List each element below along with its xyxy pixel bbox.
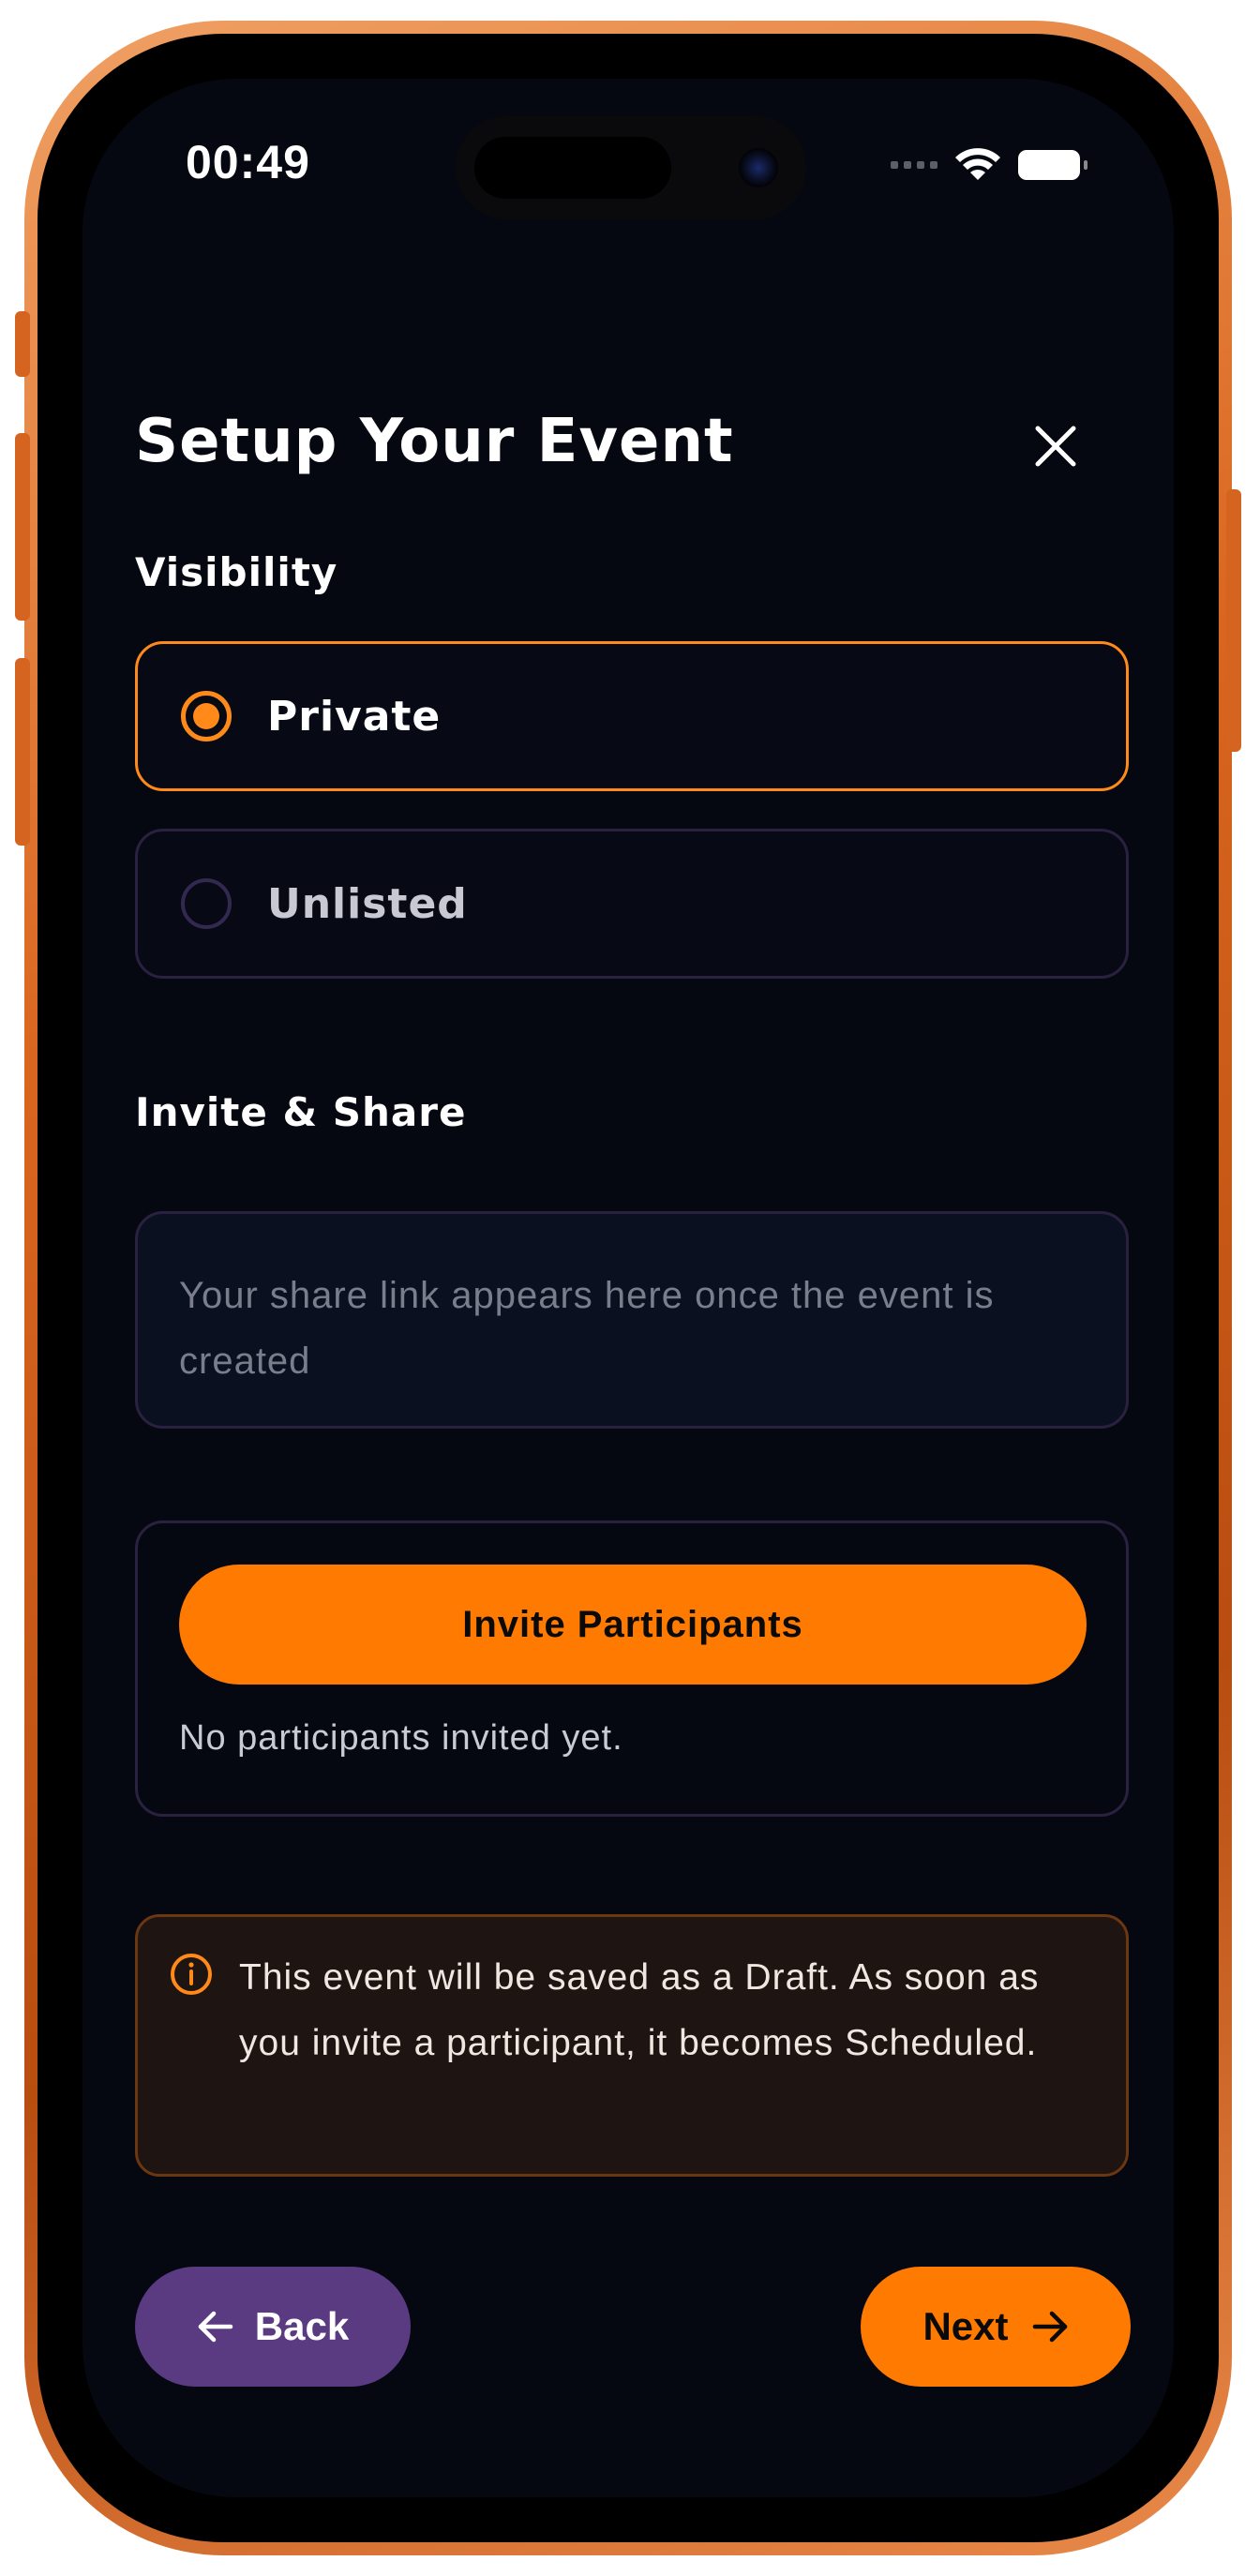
page-title: Setup Your Event <box>135 407 734 476</box>
phone-frame: 00:49 Setup Your Event Visibility Privat… <box>15 21 1241 2555</box>
invite-share-label: Invite & Share <box>135 1089 467 1135</box>
participants-status: No participants invited yet. <box>179 1718 623 1758</box>
arrow-right-icon <box>1032 2311 1067 2343</box>
visibility-label: Visibility <box>135 549 338 595</box>
option-label: Unlisted <box>267 879 468 928</box>
visibility-option-private[interactable]: Private <box>135 641 1129 791</box>
radio-selected-icon[interactable] <box>181 691 232 741</box>
close-button[interactable] <box>1029 420 1082 472</box>
screen: 00:49 Setup Your Event Visibility Privat… <box>82 79 1174 2497</box>
draft-notice: This event will be saved as a Draft. As … <box>135 1914 1129 2177</box>
notice-text: This event will be saved as a Draft. As … <box>239 1957 1040 2063</box>
volume-up-button <box>15 433 30 621</box>
invite-participants-button[interactable]: Invite Participants <box>179 1565 1087 1685</box>
setup-event-screen: Setup Your Event Visibility Private Unli… <box>82 79 1174 2497</box>
side-button-action <box>15 311 30 377</box>
info-icon <box>171 1954 212 1995</box>
back-button[interactable]: Back <box>135 2267 411 2387</box>
participants-card: Invite Participants No participants invi… <box>135 1520 1129 1817</box>
back-label: Back <box>254 2304 350 2348</box>
share-link-field[interactable]: Your share link appears here once the ev… <box>135 1211 1129 1429</box>
next-button[interactable]: Next <box>861 2267 1131 2387</box>
arrow-left-icon <box>198 2311 233 2343</box>
bezel: 00:49 Setup Your Event Visibility Privat… <box>38 34 1219 2542</box>
visibility-option-unlisted[interactable]: Unlisted <box>135 829 1129 979</box>
volume-down-button <box>15 658 30 846</box>
option-label: Private <box>267 692 442 741</box>
radio-unselected-icon[interactable] <box>181 878 232 929</box>
power-button <box>1226 489 1241 752</box>
next-label: Next <box>922 2304 1009 2348</box>
close-icon <box>1035 426 1076 467</box>
